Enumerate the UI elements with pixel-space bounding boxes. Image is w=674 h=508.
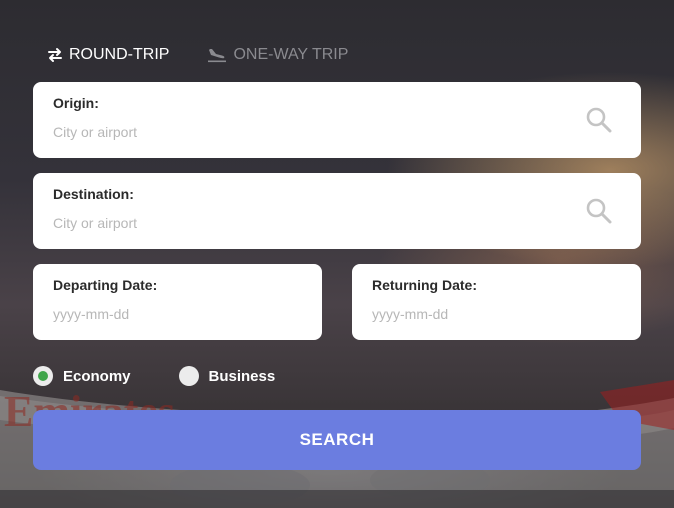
destination-field: Destination: xyxy=(33,173,641,249)
departing-date-label: Departing Date: xyxy=(53,277,158,293)
search-icon[interactable] xyxy=(585,106,613,134)
radio-business-label: Business xyxy=(208,367,276,385)
swap-arrows-icon xyxy=(48,48,62,62)
departing-date-input[interactable] xyxy=(53,306,293,322)
tab-round-trip-label: ROUND-TRIP xyxy=(69,46,170,63)
cabin-class-options: Economy Business xyxy=(33,365,323,387)
radio-business[interactable]: Business xyxy=(178,366,276,386)
plane-landing-icon xyxy=(208,49,227,63)
tab-one-way-trip-label: ONE-WAY TRIP xyxy=(233,46,349,63)
returning-date-label: Returning Date: xyxy=(372,277,477,293)
search-button[interactable]: SEARCH xyxy=(33,410,641,470)
origin-field: Origin: xyxy=(33,82,641,158)
tab-one-way-trip[interactable]: ONE-WAY TRIP xyxy=(207,46,348,64)
radio-business-button[interactable] xyxy=(178,366,199,386)
radio-economy-label: Economy xyxy=(63,367,131,385)
tab-round-trip[interactable]: ROUND-TRIP xyxy=(47,46,169,64)
destination-input[interactable] xyxy=(53,215,533,231)
returning-date-input[interactable] xyxy=(372,306,612,322)
departing-date-field: Departing Date: xyxy=(33,264,322,340)
radio-economy[interactable]: Economy xyxy=(33,366,131,386)
search-icon[interactable] xyxy=(585,197,613,225)
origin-label: Origin: xyxy=(53,95,99,111)
trip-type-tabs: ROUND-TRIP ONE-WAY TRIP xyxy=(47,43,348,67)
destination-label: Destination: xyxy=(53,186,134,202)
returning-date-field: Returning Date: xyxy=(352,264,641,340)
origin-input[interactable] xyxy=(53,124,533,140)
radio-economy-button[interactable] xyxy=(33,366,53,386)
